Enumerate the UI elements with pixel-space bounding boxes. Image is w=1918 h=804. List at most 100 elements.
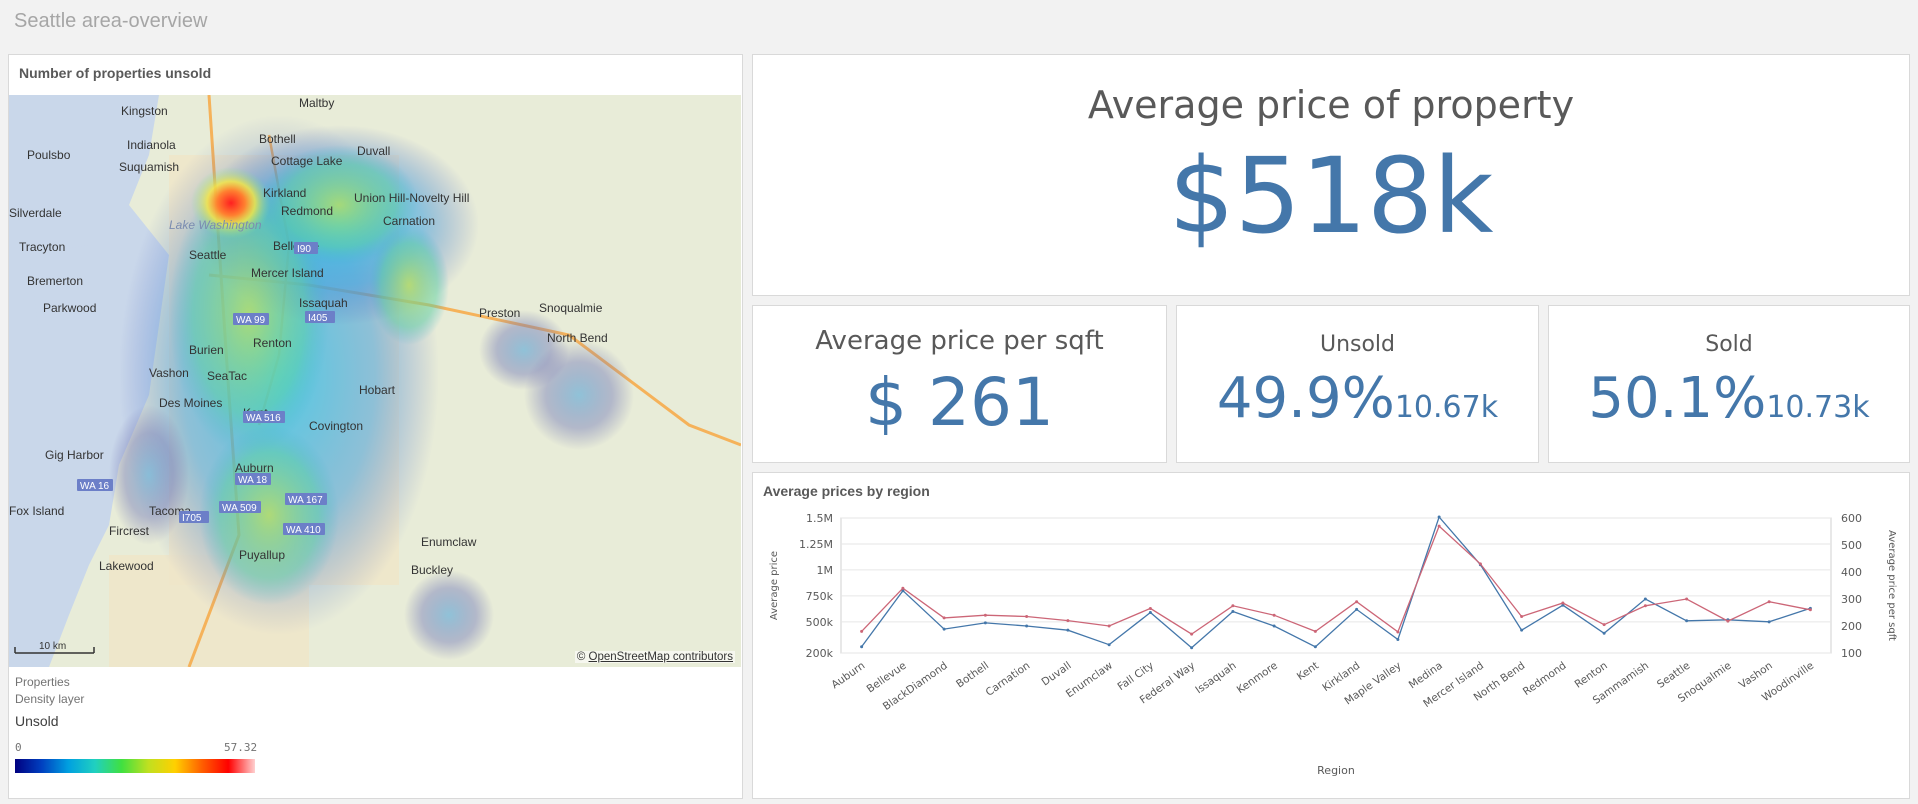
data-point[interactable] (1396, 638, 1400, 641)
map-scale-label: 10 km (39, 641, 66, 652)
series-line-2[interactable] (861, 524, 1811, 635)
map-place-label: North Bend (547, 331, 608, 345)
road-shield-label: I705 (182, 513, 202, 524)
data-point[interactable] (942, 616, 946, 620)
data-point[interactable] (1685, 597, 1689, 601)
data-point[interactable] (1190, 632, 1194, 636)
map-place-label: Tracyton (19, 240, 65, 254)
road-shield-label: WA 99 (236, 315, 266, 326)
kpi-price-sqft-panel: Average price per sqft $ 261 (752, 305, 1167, 463)
plot-area (840, 517, 1832, 654)
kpi-sold-panel: Sold 50.1%10.73k (1548, 305, 1910, 463)
map-place-label: Snoqualmie (539, 301, 603, 315)
x-tick-label: Kenmore (1235, 660, 1280, 697)
road-shield-label: WA 410 (286, 525, 321, 536)
heat-blob-green-4 (199, 425, 339, 605)
data-point[interactable] (1313, 645, 1317, 649)
map-place-label: Seattle (189, 248, 227, 262)
data-point[interactable] (1437, 524, 1441, 528)
data-point[interactable] (1520, 628, 1524, 632)
kpi-sold-percent: 50.1% (1588, 366, 1767, 431)
data-point[interactable] (1107, 624, 1111, 628)
map-legend: Properties Density layer Unsold 0 57.32 (9, 673, 309, 793)
map-place-label: Bothell (259, 132, 296, 146)
map-place-label: Lakewood (99, 559, 154, 573)
data-point[interactable] (860, 645, 864, 649)
y-tick-label: 1.25M (799, 538, 833, 551)
data-point[interactable] (1148, 606, 1152, 610)
y-tick-label: 1M (817, 564, 834, 577)
data-point[interactable] (1685, 619, 1689, 623)
data-point[interactable] (1272, 613, 1276, 617)
kpi-average-price-panel: Average price of property $518k (752, 54, 1910, 296)
legend-max: 57.32 (224, 741, 258, 754)
data-point[interactable] (1355, 607, 1359, 611)
map-place-label: Issaquah (299, 296, 348, 310)
data-point[interactable] (1272, 624, 1276, 628)
data-point[interactable] (1767, 600, 1771, 604)
data-point[interactable] (1561, 601, 1565, 605)
data-point[interactable] (1478, 562, 1482, 566)
road-shield-label: WA 18 (238, 475, 268, 486)
data-point[interactable] (942, 627, 946, 631)
data-point[interactable] (1231, 609, 1235, 613)
kpi-price-sqft-title: Average price per sqft (815, 326, 1104, 356)
map-place-label: Carnation (383, 214, 435, 228)
line-chart[interactable]: 200k 500k 750k 1M 1.25M 1.5M 100 200 300 400 500 60… (753, 508, 1909, 798)
data-point[interactable] (1643, 604, 1647, 608)
map-place-label: Gig Harbor (45, 448, 104, 462)
y2-tick-label: 100 (1841, 647, 1862, 660)
data-point[interactable] (1066, 619, 1070, 623)
legend-measure: Unsold (15, 713, 59, 729)
data-point[interactable] (1025, 624, 1029, 628)
map-place-label: Poulsbo (27, 148, 71, 162)
data-point[interactable] (1313, 629, 1317, 633)
copyright-symbol: © (576, 651, 586, 663)
data-point[interactable] (983, 613, 987, 617)
data-point[interactable] (1231, 604, 1235, 608)
x-tick-label: Renton (1573, 660, 1610, 691)
data-point[interactable] (983, 621, 987, 625)
map-place-label: Kirkland (263, 186, 306, 200)
data-point[interactable] (1396, 630, 1400, 634)
data-point[interactable] (1602, 623, 1606, 627)
data-point[interactable] (1767, 620, 1771, 624)
data-point[interactable] (1726, 619, 1730, 623)
map-place-label: Suquamish (119, 160, 179, 174)
data-point[interactable] (1107, 643, 1111, 647)
kpi-unsold-panel: Unsold 49.9%10.67k (1176, 305, 1539, 463)
data-point[interactable] (1190, 646, 1194, 650)
data-point[interactable] (1025, 615, 1029, 619)
map-place-label: Cottage Lake (271, 154, 343, 168)
series-line-1[interactable] (861, 515, 1811, 649)
map-place-label: Kingston (121, 104, 168, 118)
data-point[interactable] (1066, 628, 1070, 632)
map-place-label: Lake Washington (169, 218, 262, 232)
kpi-unsold-percent: 49.9% (1216, 366, 1395, 431)
data-point[interactable] (1602, 631, 1606, 635)
data-point[interactable] (901, 586, 905, 590)
map-place-label: Covington (309, 419, 363, 433)
map-place-label: Indianola (127, 138, 176, 152)
road-shield-label: I405 (308, 313, 328, 324)
map-place-label: Renton (253, 336, 292, 350)
data-point[interactable] (1355, 600, 1359, 604)
map-place-label: Bremerton (27, 274, 83, 288)
data-point[interactable] (1808, 608, 1812, 612)
data-point[interactable] (1643, 597, 1647, 601)
map-place-label: Fox Island (9, 504, 64, 518)
road-shield-label: WA 516 (246, 413, 281, 424)
map-place-label: SeaTac (207, 369, 247, 383)
x-tick-label: Bothell (954, 660, 991, 691)
density-map[interactable]: Kingston Maltby Poulsbo Indianola Suquamish B… (9, 95, 741, 667)
data-point[interactable] (1520, 615, 1524, 619)
attribution-link[interactable]: OpenStreetMap contributors (589, 651, 733, 663)
map-place-label: Des Moines (159, 396, 222, 410)
data-point[interactable] (860, 629, 864, 633)
data-point[interactable] (1437, 515, 1441, 519)
map-area[interactable]: Kingston Maltby Poulsbo Indianola Suquamish B… (9, 95, 741, 667)
data-point[interactable] (1148, 611, 1152, 614)
map-place-label: Duvall (357, 144, 390, 158)
y2-tick-label: 200 (1841, 620, 1862, 633)
kpi-sold-count: 10.73k (1766, 390, 1870, 425)
